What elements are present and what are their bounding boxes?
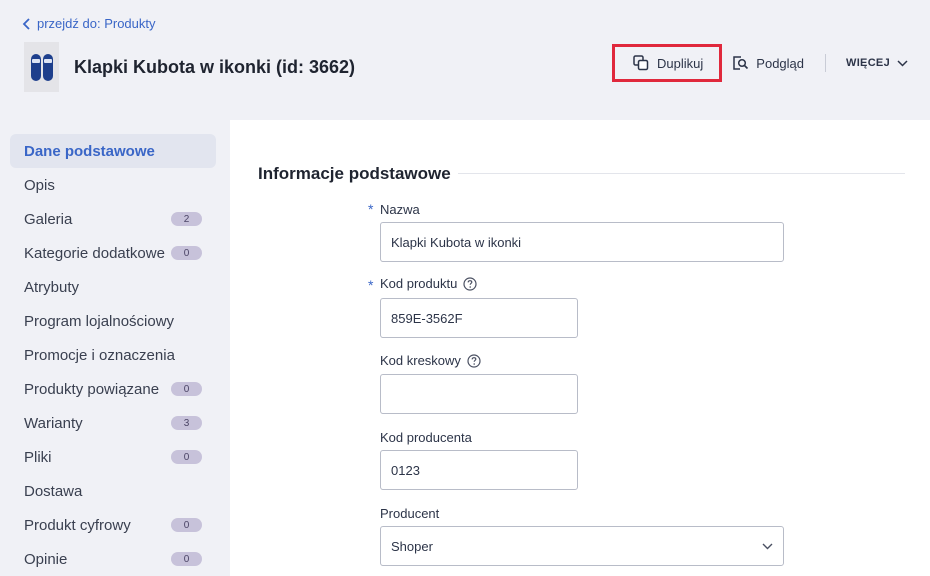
help-icon[interactable] [463,276,477,291]
help-icon[interactable] [467,353,481,368]
sidebar-item-kategorie-dodatkowe[interactable]: Kategorie dodatkowe 0 [10,236,216,270]
sidebar-item-opis[interactable]: Opis [10,168,216,202]
count-badge: 3 [171,416,202,430]
chevron-down-icon [762,543,773,549]
sidebar-item-pliki[interactable]: Pliki 0 [10,440,216,474]
sidebar-item-galeria[interactable]: Galeria 2 [10,202,216,236]
count-badge: 0 [171,450,202,464]
barcode-label: Kod kreskowy [380,353,481,368]
producer-label-text: Producent [380,506,440,521]
sidebar-item-label: Kategorie dodatkowe [24,244,165,262]
name-input[interactable]: Klapki Kubota w ikonki [380,222,784,262]
producer-code-value: 0123 [391,462,420,478]
more-dropdown[interactable]: WIĘCEJ [846,57,908,69]
producer-code-label: Kod producenta [380,430,472,445]
sidebar-item-program-lojalnosciowy[interactable]: Program lojalnościowy [10,304,216,338]
sidebar-item-label: Pliki [24,448,52,466]
sidebar-item-label: Program lojalnościowy [24,312,175,330]
count-badge: 0 [171,382,202,396]
more-label: WIĘCEJ [846,57,890,69]
sidebar-item-atrybuty[interactable]: Atrybuty [10,270,216,304]
sidebar-item-label: Galeria [24,210,73,228]
sidebar-nav: Dane podstawowe Opis Galeria 2 Kategorie… [10,134,216,576]
preview-button[interactable]: Podgląd [732,55,804,71]
duplicate-icon [633,55,649,71]
product-code-label-text: Kod produktu [380,276,458,291]
sidebar-item-label: Warianty [24,414,83,432]
header-actions: Duplikuj Podgląd WIĘCEJ [612,44,908,82]
sidebar-item-produkt-cyfrowy[interactable]: Produkt cyfrowy 0 [10,508,216,542]
required-marker: * [368,201,374,217]
count-badge: 0 [171,518,202,532]
sidebar-item-label: Produkty powiązane [24,380,160,398]
main-panel: Informacje podstawowe * Nazwa Klapki Kub… [230,120,930,576]
sidebar-item-label: Opis [24,176,55,194]
sidebar-item-label: Atrybuty [24,278,80,296]
name-input-value: Klapki Kubota w ikonki [391,234,522,250]
name-label-text: Nazwa [380,202,420,217]
sidebar-item-dane-podstawowe[interactable]: Dane podstawowe [10,134,216,168]
producer-code-label-text: Kod producenta [380,430,472,445]
actions-divider [825,54,827,72]
product-code-label: Kod produktu [380,276,477,291]
duplicate-label: Duplikuj [657,55,704,71]
section-divider [458,173,905,174]
count-badge: 2 [171,212,202,226]
preview-search-icon [733,56,749,70]
sidebar-item-dostawa[interactable]: Dostawa [10,474,216,508]
producer-code-input[interactable]: 0123 [380,450,578,490]
sidebar-item-label: Opinie [24,550,68,568]
sidebar-item-opinie[interactable]: Opinie 0 [10,542,216,576]
chevron-left-icon [22,17,30,30]
producer-label: Producent [380,506,439,521]
product-thumbnail [24,42,59,92]
sidebar-item-produkty-powiazane[interactable]: Produkty powiązane 0 [10,372,216,406]
sidebar-item-label: Dostawa [24,482,83,500]
name-label: Nazwa [380,202,420,217]
preview-label: Podgląd [756,55,805,71]
sidebar-item-promocje[interactable]: Promocje i oznaczenia [10,338,216,372]
chevron-down-icon [897,59,908,67]
product-code-input[interactable]: 859E-3562F [380,298,578,338]
page-title: Klapki Kubota w ikonki (id: 3662) [74,57,356,77]
back-link-label: przejdź do: Produkty [37,16,156,31]
sidebar-item-label: Dane podstawowe [24,142,155,160]
sidebar-item-label: Promocje i oznaczenia [24,346,175,364]
producer-select[interactable]: Shoper [380,526,784,566]
count-badge: 0 [171,246,202,260]
product-code-value: 859E-3562F [391,310,463,326]
duplicate-button[interactable]: Duplikuj [612,44,723,82]
sidebar-item-warianty[interactable]: Warianty 3 [10,406,216,440]
required-marker: * [368,277,374,293]
section-title: Informacje podstawowe [258,164,451,183]
sidebar-item-label: Produkt cyfrowy [24,516,131,534]
barcode-input[interactable] [380,374,578,414]
barcode-label-text: Kod kreskowy [380,353,461,368]
producer-selected-value: Shoper [391,538,433,554]
back-to-products-link[interactable]: przejdź do: Produkty [22,16,156,31]
slippers-image [30,54,53,81]
count-badge: 0 [171,552,202,566]
